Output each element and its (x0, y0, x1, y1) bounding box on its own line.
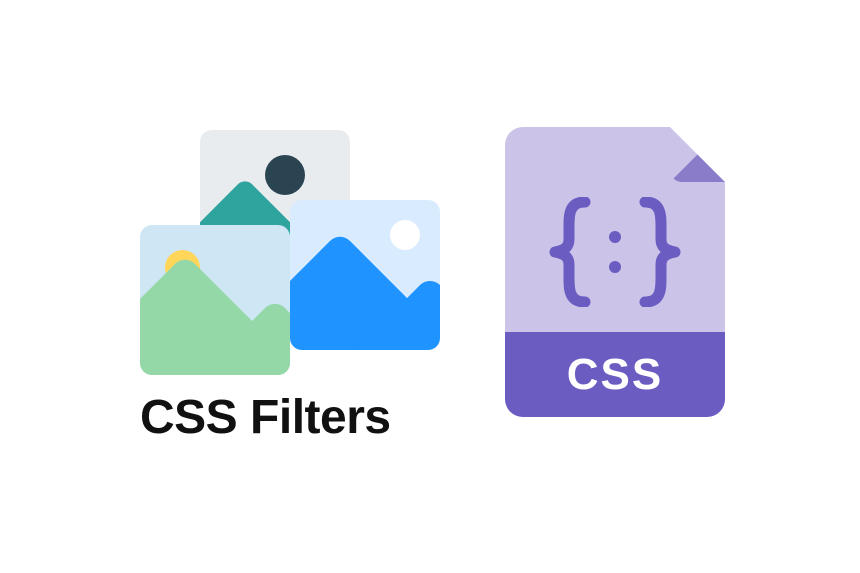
file-type-label: CSS (567, 350, 663, 400)
photo-right-icon (290, 200, 440, 350)
photo-left-icon (140, 225, 290, 375)
canvas: CSS Filters CSS (0, 0, 860, 573)
title-text: CSS Filters (140, 390, 391, 445)
braces-icon (505, 177, 725, 327)
moon-icon (265, 155, 305, 195)
brace-open-icon (547, 197, 595, 307)
colon-icon (609, 231, 621, 273)
file-footer: CSS (505, 332, 725, 417)
photo-stack (140, 130, 450, 380)
css-file-icon: CSS (505, 127, 725, 417)
brace-close-icon (635, 197, 683, 307)
sun-icon (390, 220, 420, 250)
